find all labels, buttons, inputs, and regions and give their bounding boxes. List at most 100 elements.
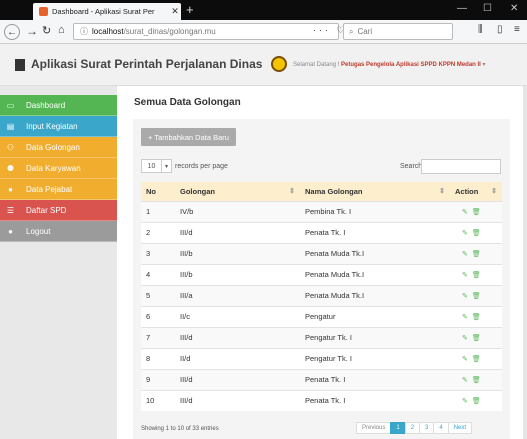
page-length-control: 10 ▾ records per page (141, 159, 228, 173)
browser-tab[interactable]: Dashboard - Aplikasi Surat Per ✕ (33, 3, 181, 20)
sidebar-item-input-kegiatan[interactable]: ▤ Input Kegiatan (0, 116, 117, 137)
minimize-icon[interactable]: — (457, 3, 467, 14)
back-icon[interactable]: ← (4, 24, 20, 40)
edit-icon[interactable]: ✎ (462, 356, 472, 363)
delete-icon[interactable]: 🗑 (472, 377, 485, 384)
sidebar-item-label: Data Golongan (26, 142, 80, 152)
close-tab-icon[interactable]: ✕ (169, 6, 181, 17)
edit-icon[interactable]: ✎ (462, 377, 472, 384)
delete-icon[interactable]: 🗑 (472, 356, 485, 363)
cell-nama: Pengatur Tk. I (300, 326, 450, 348)
reload-icon[interactable]: ↻ (42, 24, 51, 37)
cell-nama: Pembina Tk. I (300, 200, 450, 222)
pager-page[interactable]: 4 (433, 422, 449, 434)
cell-nama: Penata Tk. I (300, 389, 450, 411)
url-host: localhost (92, 27, 124, 36)
col-label: Golongan (180, 186, 215, 196)
pager-page[interactable]: 2 (404, 422, 421, 434)
cell-no: 6 (141, 305, 175, 327)
table-search-input[interactable] (421, 159, 501, 174)
table-header-row: No Golongan ⇕ Nama Golongan ⇕ Action ⇕ (141, 182, 502, 201)
table-row: 8 II/d Pengatur Tk. I ✎🗑 (141, 347, 502, 369)
cell-nama: Penata Tk. I (300, 221, 450, 243)
cell-nama: Penata Muda Tk.I (300, 284, 450, 306)
records-per-page-label: records per page (175, 162, 228, 170)
edit-icon[interactable]: ✎ (462, 230, 472, 237)
book-icon: ▤ (6, 121, 15, 131)
new-tab-icon[interactable]: + (186, 2, 194, 17)
col-label: Nama Golongan (305, 186, 363, 196)
table-row: 6 II/c Pengatur ✎🗑 (141, 305, 502, 327)
library-icon[interactable]: ⫼ (478, 24, 483, 35)
sidebar-item-data-karyawan[interactable]: ⚉ Data Karyawan (0, 158, 117, 179)
delete-icon[interactable]: 🗑 (472, 209, 485, 216)
browser-search-input[interactable]: ⌕ Cari (343, 23, 453, 40)
cell-no: 5 (141, 284, 175, 306)
sidebar-item-label: Data Karyawan (26, 163, 81, 173)
delete-icon[interactable]: 🗑 (472, 230, 485, 237)
sidebar-item-data-golongan[interactable]: ⚇ Data Golongan (0, 137, 117, 158)
col-nama-golongan[interactable]: Nama Golongan ⇕ (300, 182, 450, 201)
cell-nama: Penata Tk. I (300, 368, 450, 390)
col-action[interactable]: Action ⇕ (450, 182, 502, 201)
forward-icon[interactable]: → (26, 24, 38, 38)
edit-icon[interactable]: ✎ (462, 209, 472, 216)
menu-icon[interactable]: ≡ (514, 24, 520, 35)
delete-icon[interactable]: 🗑 (472, 293, 485, 300)
col-no[interactable]: No (141, 182, 175, 201)
sidebar-toggle-icon[interactable]: ▯ (497, 24, 503, 35)
table-row: 9 III/d Penata Tk. I ✎🗑 (141, 368, 502, 390)
users-icon: ⚇ (6, 142, 15, 152)
col-golongan[interactable]: Golongan ⇕ (175, 182, 300, 201)
row-actions: ✎🗑 (450, 263, 502, 285)
cell-nama: Pengatur Tk. I (300, 347, 450, 369)
app-title: Aplikasi Surat Perintah Perjalanan Dinas (31, 57, 263, 71)
edit-icon[interactable]: ✎ (462, 335, 472, 342)
sidebar-item-logout[interactable]: ● Logout (0, 221, 117, 242)
search-icon: ⌕ (349, 26, 354, 36)
sidebar-item-label: Input Kegiatan (26, 121, 78, 131)
sidebar-item-label: Daftar SPD (26, 205, 67, 215)
browser-tab-bar: Dashboard - Aplikasi Surat Per ✕ + — ☐ ✕ (0, 0, 527, 20)
url-bar[interactable]: ⓘ localhost /surat_dinas/golongan.mu (73, 23, 339, 40)
sort-icon: ⇕ (439, 188, 445, 195)
delete-icon[interactable]: 🗑 (472, 251, 485, 258)
row-actions: ✎🗑 (450, 242, 502, 264)
chevron-down-icon: ▾ (482, 62, 486, 68)
sidebar-item-data-pejabat[interactable]: ● Data Pejabat (0, 179, 117, 200)
cell-nama: Pengatur (300, 305, 450, 327)
pager-page[interactable]: 3 (419, 422, 435, 434)
chevron-down-icon[interactable]: ▾ (162, 159, 172, 173)
home-icon[interactable]: ⌂ (58, 24, 65, 36)
welcome-user: Petugas Pengelola Aplikasi SPPD KPPN Med… (341, 62, 481, 68)
edit-icon[interactable]: ✎ (462, 251, 472, 258)
pager-next[interactable]: Next (447, 422, 473, 434)
welcome-text[interactable]: Selamat Datang ! Petugas Pengelola Aplik… (293, 61, 486, 68)
pager-previous[interactable]: Previous (356, 422, 392, 434)
window-close-icon[interactable]: ✕ (510, 3, 518, 14)
pager-page[interactable]: 1 (390, 422, 406, 434)
add-data-button[interactable]: + Tambahkan Data Baru (141, 128, 236, 146)
delete-icon[interactable]: 🗑 (472, 272, 485, 279)
row-actions: ✎🗑 (450, 368, 502, 390)
delete-icon[interactable]: 🗑 (472, 398, 485, 405)
sidebar-item-daftar-spd[interactable]: ☰ Daftar SPD (0, 200, 117, 221)
edit-icon[interactable]: ✎ (462, 398, 472, 405)
cell-golongan: III/a (175, 284, 300, 306)
cell-no: 7 (141, 326, 175, 348)
row-actions: ✎🗑 (450, 326, 502, 348)
maximize-icon[interactable]: ☐ (483, 3, 492, 14)
edit-icon[interactable]: ✎ (462, 272, 472, 279)
page-scrollbar[interactable] (523, 86, 527, 439)
list-icon: ☰ (6, 205, 15, 215)
edit-icon[interactable]: ✎ (462, 293, 472, 300)
delete-icon[interactable]: 🗑 (472, 314, 485, 321)
search-placeholder: Cari (357, 27, 373, 36)
user-icon: ● (8, 184, 13, 194)
cell-golongan: III/d (175, 389, 300, 411)
sidebar-item-dashboard[interactable]: ▭ Dashboard (0, 95, 117, 116)
edit-icon[interactable]: ✎ (462, 314, 472, 321)
main-content: Semua Data Golongan + Tambahkan Data Bar… (117, 86, 527, 439)
delete-icon[interactable]: 🗑 (472, 335, 485, 342)
page-length-select[interactable]: 10 (141, 159, 162, 173)
